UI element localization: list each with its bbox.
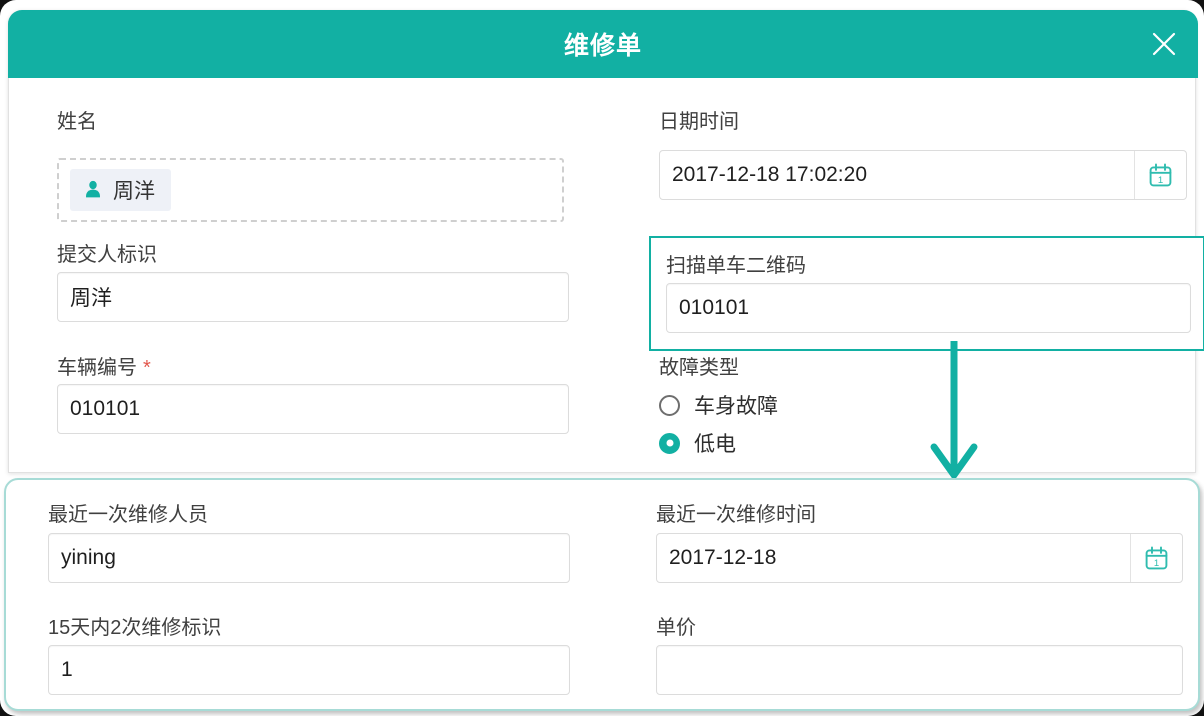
radio-checked-icon[interactable] <box>659 433 680 454</box>
connector-arrow-icon <box>925 340 983 482</box>
last-person-input[interactable] <box>48 533 570 583</box>
fault-option-lowbattery-label: 低电 <box>694 428 736 458</box>
modal-window: 维修单 姓名 周洋 日期时间 <box>8 10 1196 473</box>
repair-history-panel: 最近一次维修人员 最近一次维修时间 1 15天内2次维修标识 单价 <box>4 478 1200 711</box>
fault-option-body[interactable]: 车身故障 <box>659 390 778 420</box>
name-chip-label: 周洋 <box>113 175 155 205</box>
submitter-input[interactable] <box>57 272 569 322</box>
vehicle-input[interactable] <box>57 384 569 434</box>
close-icon <box>1147 27 1181 61</box>
last-time-field: 1 <box>656 533 1183 583</box>
required-asterisk: * <box>143 357 151 379</box>
last-time-input[interactable] <box>657 534 1130 582</box>
qr-input[interactable] <box>666 283 1191 333</box>
radio-unchecked-icon[interactable] <box>659 395 680 416</box>
svg-text:1: 1 <box>1158 174 1163 185</box>
calendar-icon: 1 <box>1143 545 1170 572</box>
close-button[interactable] <box>1144 24 1184 64</box>
name-field[interactable]: 周洋 <box>57 158 564 222</box>
last-time-label: 最近一次维修时间 <box>656 498 816 527</box>
person-icon <box>82 179 104 201</box>
fault-type-label: 故障类型 <box>659 351 739 380</box>
datetime-label: 日期时间 <box>659 105 739 134</box>
vehicle-label-text: 车辆编号 <box>57 357 137 379</box>
repair-order-dialog: 维修单 姓名 周洋 日期时间 <box>0 0 1204 716</box>
last-person-label: 最近一次维修人员 <box>48 498 208 527</box>
unit-price-label: 单价 <box>656 611 696 640</box>
unit-price-input[interactable] <box>656 645 1183 695</box>
modal-header: 维修单 <box>8 10 1198 78</box>
name-label: 姓名 <box>57 105 97 134</box>
fault-option-lowbattery[interactable]: 低电 <box>659 428 736 458</box>
last-time-calendar-button[interactable]: 1 <box>1130 534 1182 582</box>
dialog-title: 维修单 <box>564 26 642 62</box>
datetime-field: 1 <box>659 150 1187 200</box>
datetime-input[interactable] <box>660 151 1134 199</box>
twice-flag-label: 15天内2次维修标识 <box>48 611 221 640</box>
qr-highlight-box: 扫描单车二维码 <box>649 236 1204 351</box>
svg-text:1: 1 <box>1154 557 1159 568</box>
name-chip[interactable]: 周洋 <box>70 169 171 211</box>
calendar-icon: 1 <box>1147 162 1174 189</box>
vehicle-label: 车辆编号 * <box>57 351 151 380</box>
twice-flag-input[interactable] <box>48 645 570 695</box>
fault-option-body-label: 车身故障 <box>694 390 778 420</box>
submitter-label: 提交人标识 <box>57 238 157 267</box>
qr-label: 扫描单车二维码 <box>666 249 806 278</box>
datetime-calendar-button[interactable]: 1 <box>1134 151 1186 199</box>
